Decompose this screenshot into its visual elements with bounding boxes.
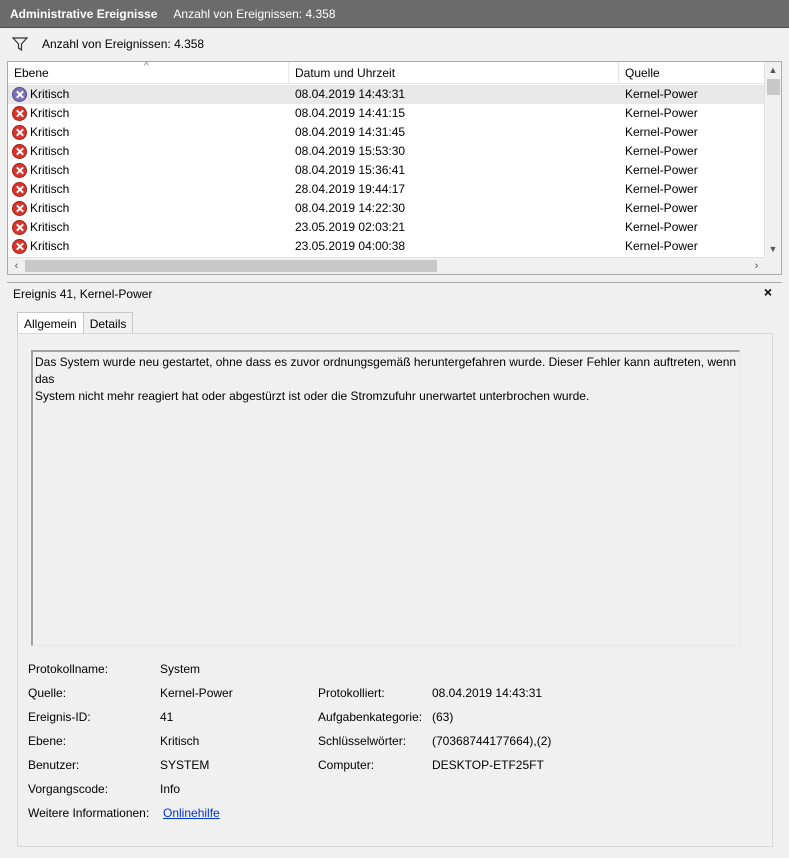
event-list[interactable]: Ebene ^ Datum und Uhrzeit Quelle Kritisc… [7, 61, 782, 275]
sort-ascending-icon: ^ [144, 61, 149, 72]
row-source: Kernel-Power [625, 144, 698, 158]
table-row[interactable]: Kritisch 08.04.2019 14:31:45 Kernel-Powe… [8, 123, 765, 142]
label-schluesselwoerter: Schlüsselwörter: [318, 734, 407, 748]
label-vorgangscode: Vorgangscode: [28, 782, 109, 796]
value-ebene: Kritisch [160, 734, 200, 748]
row-datetime: 08.04.2019 14:22:30 [295, 201, 406, 215]
tab-allgemein[interactable]: Allgemein [17, 312, 84, 335]
row-datetime: 08.04.2019 14:43:31 [295, 87, 406, 101]
value-benutzer: SYSTEM [160, 758, 210, 772]
row-datetime: 08.04.2019 14:31:45 [295, 125, 406, 139]
row-level: Kritisch [30, 220, 70, 234]
row-datetime: 23.05.2019 04:00:38 [295, 239, 406, 253]
label-ereignis-id: Ereignis-ID: [28, 710, 91, 724]
row-datetime: 08.04.2019 15:53:30 [295, 144, 406, 158]
error-icon [12, 220, 27, 235]
row-level: Kritisch [30, 163, 70, 177]
label-aufgabenkategorie: Aufgabenkategorie: [318, 710, 423, 724]
label-computer: Computer: [318, 758, 375, 772]
value-protokollname: System [160, 662, 201, 676]
row-level: Kritisch [30, 125, 70, 139]
value-computer: DESKTOP-ETF25FT [432, 758, 544, 772]
row-source: Kernel-Power [625, 106, 698, 120]
title-bar: Administrative Ereignisse Anzahl von Ere… [0, 0, 789, 28]
horizontal-scrollbar[interactable]: ‹ › [8, 257, 765, 274]
event-count: Anzahl von Ereignissen: 4.358 [173, 6, 336, 21]
row-datetime: 08.04.2019 14:41:15 [295, 106, 406, 120]
scrollbar-corner [764, 257, 781, 274]
table-row[interactable]: Kritisch 08.04.2019 15:36:41 Kernel-Powe… [8, 161, 765, 180]
column-header-datetime[interactable]: Datum und Uhrzeit [289, 62, 619, 84]
row-level: Kritisch [30, 201, 70, 215]
column-header-level[interactable]: Ebene ^ [8, 62, 289, 84]
row-source: Kernel-Power [625, 201, 698, 215]
table-row[interactable]: Kritisch 08.04.2019 14:43:31 Kernel-Powe… [8, 85, 765, 104]
error-icon [12, 87, 27, 102]
general-panel: Das System wurde neu gestartet, ohne das… [17, 333, 773, 847]
value-schluesselwoerter: (70368744177664),(2) [432, 734, 552, 748]
row-level: Kritisch [30, 239, 70, 253]
column-header-source[interactable]: Quelle [619, 62, 765, 84]
error-icon [12, 144, 27, 159]
label-protokollname: Protokollname: [28, 662, 109, 676]
filter-icon[interactable] [12, 36, 28, 52]
scroll-up-icon[interactable]: ▲ [765, 62, 781, 79]
row-source: Kernel-Power [625, 239, 698, 253]
table-row[interactable]: Kritisch 08.04.2019 14:22:30 Kernel-Powe… [8, 199, 765, 218]
scroll-right-icon[interactable]: › [748, 258, 765, 274]
row-datetime: 23.05.2019 02:03:21 [295, 220, 406, 234]
row-source: Kernel-Power [625, 125, 698, 139]
online-help-link[interactable]: Onlinehilfe [163, 806, 220, 820]
row-level: Kritisch [30, 87, 70, 101]
error-icon [12, 239, 27, 254]
row-level: Kritisch [30, 106, 70, 120]
tab-details[interactable]: Details [83, 312, 134, 334]
value-ereignis-id: 41 [160, 710, 174, 724]
row-level: Kritisch [30, 182, 70, 196]
view-title: Administrative Ereignisse [10, 6, 158, 21]
label-ebene: Ebene: [28, 734, 67, 748]
scroll-thumb[interactable] [767, 79, 780, 95]
row-datetime: 08.04.2019 15:36:41 [295, 163, 406, 177]
list-header: Ebene ^ Datum und Uhrzeit Quelle [8, 62, 765, 84]
error-icon [12, 163, 27, 178]
error-icon [12, 106, 27, 121]
vertical-scrollbar[interactable]: ▲ ▼ [764, 62, 781, 258]
value-aufgabenkategorie: (63) [432, 710, 454, 724]
value-protokolliert: 08.04.2019 14:43:31 [432, 686, 543, 700]
scroll-down-icon[interactable]: ▼ [765, 241, 781, 258]
error-icon [12, 182, 27, 197]
detail-tabs: Allgemein Details [17, 312, 134, 335]
table-row[interactable]: Kritisch 08.04.2019 15:53:30 Kernel-Powe… [8, 142, 765, 161]
close-icon[interactable]: × [764, 284, 772, 300]
event-description[interactable]: Das System wurde neu gestartet, ohne das… [31, 350, 740, 646]
detail-title: Ereignis 41, Kernel-Power [13, 286, 153, 301]
value-quelle: Kernel-Power [160, 686, 233, 700]
scroll-left-icon[interactable]: ‹ [8, 258, 25, 274]
row-source: Kernel-Power [625, 163, 698, 177]
label-weitere-informationen: Weitere Informationen: [28, 806, 150, 820]
table-row[interactable]: Kritisch 28.04.2019 19:44:17 Kernel-Powe… [8, 180, 765, 199]
filter-count-text: Anzahl von Ereignissen: 4.358 [42, 37, 205, 51]
table-row[interactable]: Kritisch 08.04.2019 14:41:15 Kernel-Powe… [8, 104, 765, 123]
row-datetime: 28.04.2019 19:44:17 [295, 182, 406, 196]
label-benutzer: Benutzer: [28, 758, 80, 772]
error-icon [12, 125, 27, 140]
table-row[interactable]: Kritisch 23.05.2019 04:00:38 Kernel-Powe… [8, 237, 765, 256]
error-icon [12, 201, 27, 216]
row-source: Kernel-Power [625, 87, 698, 101]
scroll-thumb-horizontal[interactable] [25, 260, 437, 272]
row-source: Kernel-Power [625, 220, 698, 234]
detail-header: Ereignis 41, Kernel-Power × [7, 282, 782, 304]
row-level: Kritisch [30, 144, 70, 158]
label-quelle: Quelle: [28, 686, 67, 700]
label-protokolliert: Protokolliert: [318, 686, 385, 700]
filter-bar: Anzahl von Ereignissen: 4.358 [0, 29, 789, 59]
row-source: Kernel-Power [625, 182, 698, 196]
table-row[interactable]: Kritisch 23.05.2019 02:03:21 Kernel-Powe… [8, 218, 765, 237]
event-rows: Kritisch 08.04.2019 14:43:31 Kernel-Powe… [8, 85, 765, 256]
value-vorgangscode: Info [160, 782, 181, 796]
